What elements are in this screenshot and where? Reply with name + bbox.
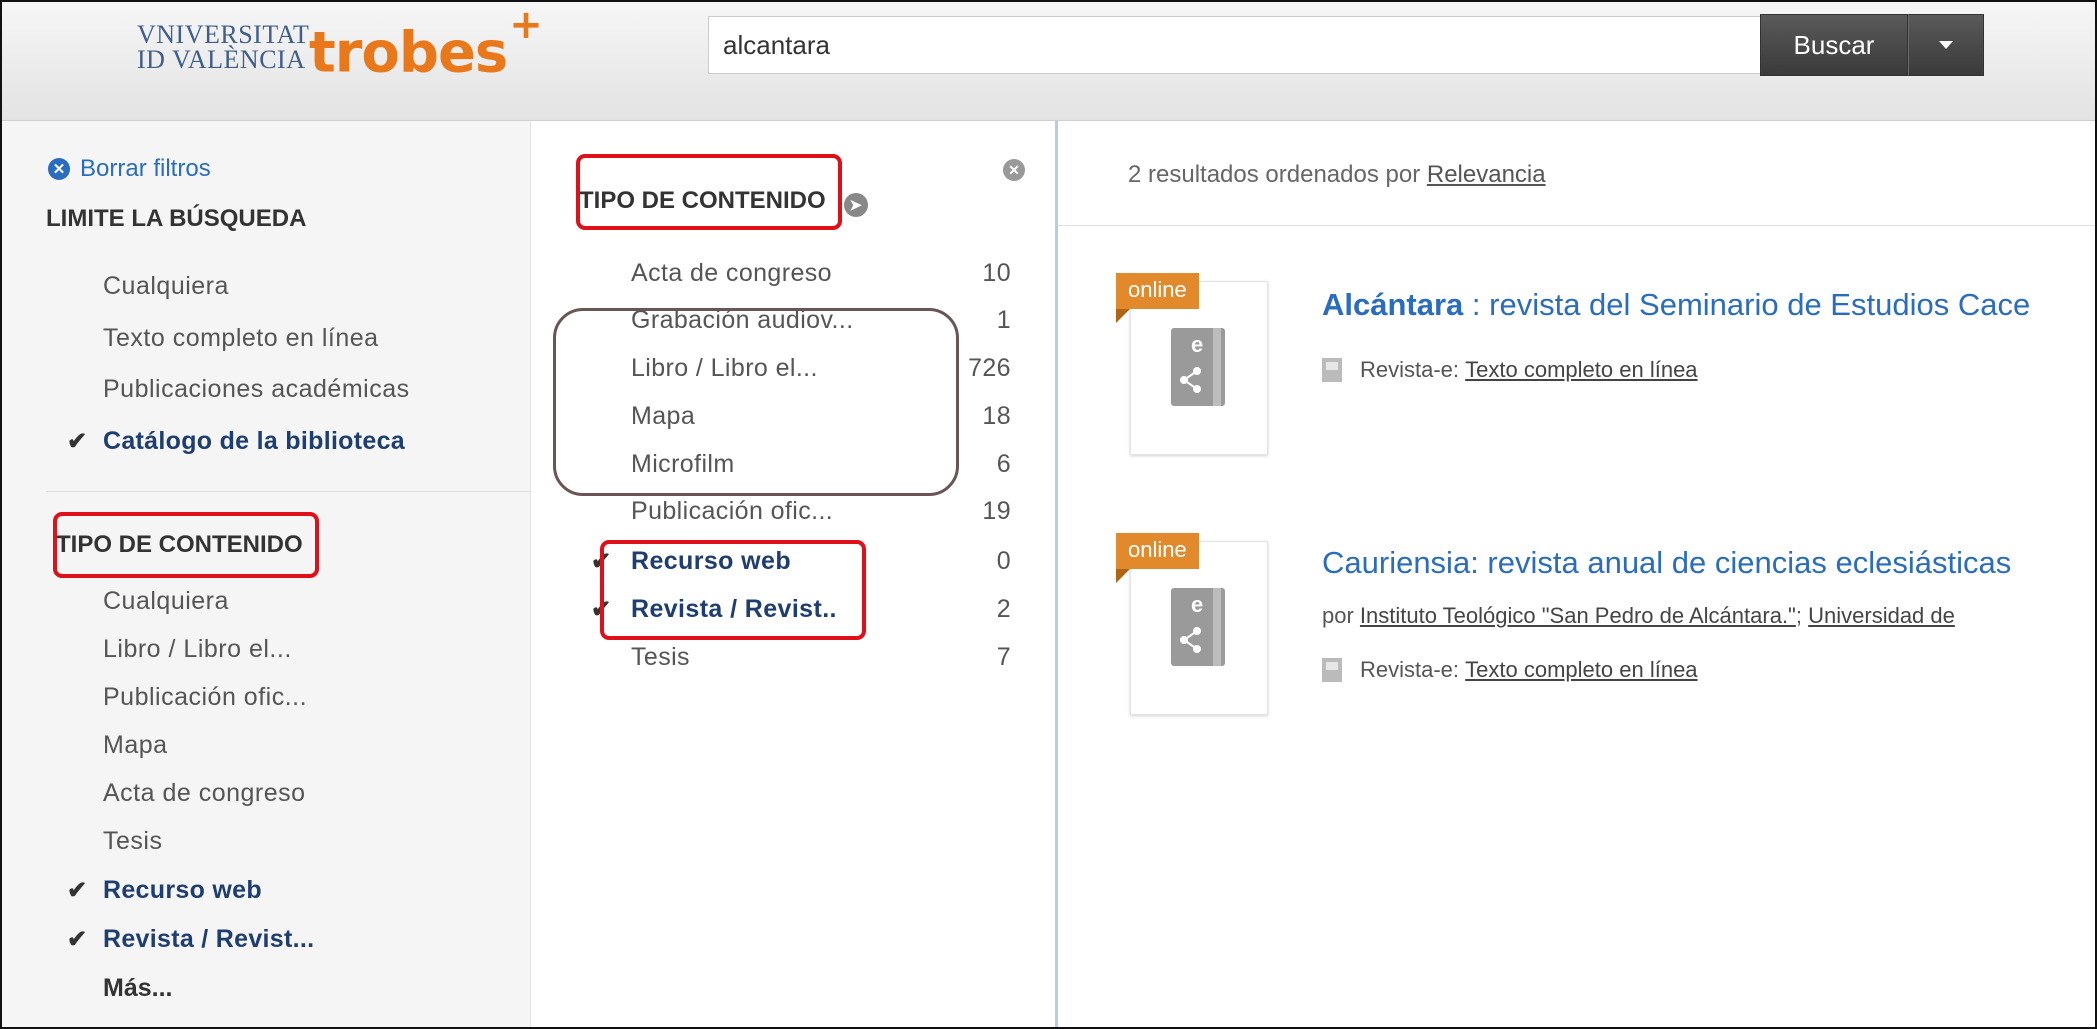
limit-item-cualquiera[interactable]: Cualquiera — [103, 272, 229, 301]
result-title-bold: Alcántara — [1322, 287, 1464, 322]
annotation-box-facet-title — [576, 154, 842, 230]
top-header: VNIVERSITAT ID VALÈNCIA trobes+ Buscar — [2, 2, 2095, 121]
author-link[interactable]: Universidad de — [1808, 603, 1955, 629]
format-icon — [1322, 658, 1342, 682]
check-icon: ✔ — [67, 877, 88, 904]
results-header: 2 resultados ordenados por Relevancia — [1058, 121, 2095, 226]
content-type-publicacion[interactable]: Publicación ofic... — [103, 683, 307, 712]
format-icon — [1322, 358, 1342, 382]
format-prefix: Revista-e: — [1360, 357, 1460, 382]
format-prefix: Revista-e: — [1360, 657, 1460, 682]
university-logo-text: VNIVERSITAT ID VALÈNCIA — [137, 20, 310, 74]
ebook-icon: e — [1171, 328, 1225, 406]
university-name-line1: VNIVERSITAT — [137, 20, 310, 49]
facet-count: 19 — [982, 497, 1011, 525]
result-author-line: por Instituto Teológico "San Pedro de Al… — [1322, 603, 1955, 629]
facet-count: 0 — [996, 547, 1011, 575]
facet-row-tesis[interactable]: Tesis 7 — [631, 643, 1041, 683]
annotation-box-checked-facets — [600, 540, 866, 640]
search-button-label: Buscar — [1793, 29, 1875, 60]
online-badge: online — [1116, 273, 1199, 323]
result-title-link[interactable]: Cauriensia: revista anual de ciencias ec… — [1322, 545, 2011, 581]
results-summary: 2 resultados ordenados por Relevancia — [1128, 161, 1546, 189]
page-frame: VNIVERSITAT ID VALÈNCIA trobes+ Buscar ✕… — [0, 0, 2097, 1029]
content-type-cualquiera[interactable]: Cualquiera — [103, 587, 229, 616]
facet-label: Acta de congreso — [631, 259, 832, 287]
check-icon: ✔ — [67, 926, 88, 953]
brand-plus: + — [509, 2, 543, 48]
facet-row-publicacion[interactable]: Publicación ofic... 19 — [631, 497, 1041, 537]
arrow-right-circle-icon[interactable]: ➤ — [843, 193, 868, 217]
content-type-recurso-web-label: Recurso web — [103, 876, 262, 904]
facet-row-acta[interactable]: Acta de congreso 10 — [631, 259, 1041, 299]
content-type-revista[interactable]: ✔ Revista / Revist... — [67, 925, 315, 954]
facet-count: 10 — [982, 259, 1011, 287]
limit-search-heading: LIMITE LA BÚSQUEDA — [46, 205, 307, 232]
facet-label: Tesis — [631, 643, 690, 671]
full-text-link[interactable]: Texto completo en línea — [1465, 657, 1697, 683]
limit-item-academic[interactable]: Publicaciones académicas — [103, 375, 410, 404]
check-icon: ✔ — [67, 428, 88, 455]
author-prefix: por — [1322, 603, 1354, 628]
limit-item-library-catalog[interactable]: ✔ Catálogo de la biblioteca — [67, 427, 405, 456]
results-panel: 2 resultados ordenados por Relevancia e … — [1058, 121, 2095, 1027]
close-panel-icon[interactable]: ✕ — [1003, 159, 1025, 181]
sidebar-divider — [46, 491, 530, 492]
more-content-types-link[interactable]: Más... — [103, 974, 172, 1003]
facet-count: 18 — [982, 402, 1011, 430]
caret-down-icon — [1939, 41, 1953, 49]
annotation-box-facet-group — [553, 308, 959, 496]
facet-count: 1 — [996, 306, 1011, 334]
result-title-link[interactable]: Alcántara : revista del Seminario de Est… — [1322, 287, 2030, 323]
search-options-dropdown-button[interactable] — [1908, 14, 1984, 76]
result-format-line: Revista-e: Texto completo en línea — [1322, 657, 1698, 683]
facet-count: 7 — [996, 643, 1011, 671]
result-format-line: Revista-e: Texto completo en línea — [1322, 357, 1698, 383]
content-type-recurso-web[interactable]: ✔ Recurso web — [67, 876, 262, 905]
results-count-text: 2 resultados ordenados por — [1128, 161, 1421, 188]
facet-count: 726 — [968, 354, 1011, 382]
limit-item-library-catalog-label: Catálogo de la biblioteca — [103, 427, 405, 455]
author-link[interactable]: Instituto Teológico "San Pedro de Alcánt… — [1360, 603, 1796, 629]
search-input[interactable] — [708, 16, 1760, 74]
sort-by-relevance-link[interactable]: Relevancia — [1427, 161, 1546, 188]
content-type-mapa[interactable]: Mapa — [103, 731, 168, 760]
content-type-acta[interactable]: Acta de congreso — [103, 779, 306, 808]
brand-name: trobes+ — [309, 2, 543, 86]
facet-count: 2 — [996, 595, 1011, 623]
clear-filters-link[interactable]: ✕ Borrar filtros — [48, 155, 211, 183]
search-button[interactable]: Buscar — [1760, 14, 1908, 76]
clear-filters-label: Borrar filtros — [80, 155, 211, 182]
limit-item-full-text[interactable]: Texto completo en línea — [103, 324, 379, 353]
facet-count: 6 — [996, 450, 1011, 478]
ebook-icon: e — [1171, 588, 1225, 666]
brand-text: trobes — [309, 20, 508, 86]
facet-label: Publicación ofic... — [631, 497, 834, 525]
content-type-libro[interactable]: Libro / Libro el... — [103, 635, 292, 664]
result-title-rest: : revista del Seminario de Estudios Cace — [1463, 287, 2031, 322]
annotation-box-sidebar-content-type — [53, 512, 319, 578]
author-separator: ; — [1795, 603, 1802, 628]
content-type-tesis[interactable]: Tesis — [103, 827, 162, 856]
online-badge: online — [1116, 533, 1199, 583]
full-text-link[interactable]: Texto completo en línea — [1465, 357, 1697, 383]
university-name-line2: ID VALÈNCIA — [137, 45, 306, 74]
content-type-revista-label: Revista / Revist... — [103, 925, 315, 953]
result-title-rest: Cauriensia: revista anual de ciencias ec… — [1322, 545, 2012, 580]
clear-circle-icon: ✕ — [48, 158, 70, 180]
